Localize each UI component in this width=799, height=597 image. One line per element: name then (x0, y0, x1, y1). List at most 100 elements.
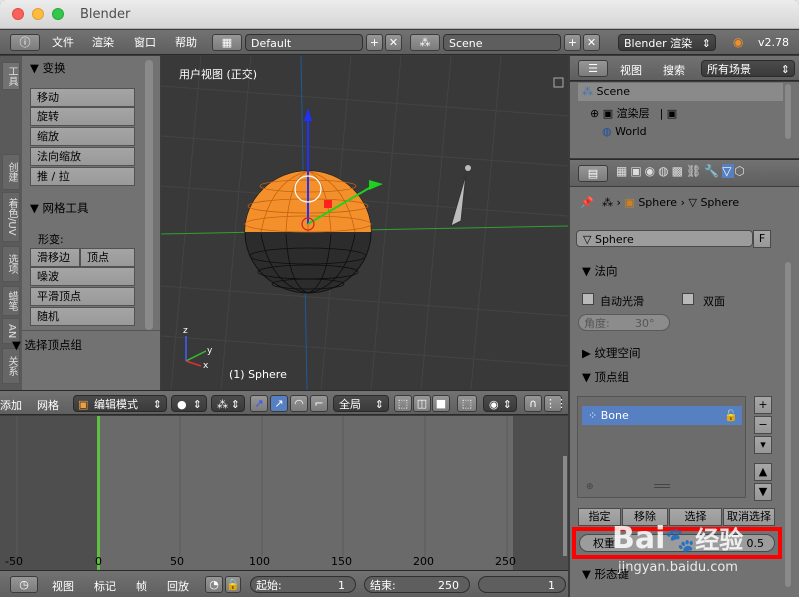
minimize-button[interactable] (32, 8, 44, 20)
pin-icon[interactable]: 📌 (580, 196, 594, 209)
vertex-select-icon[interactable]: ⬚ (394, 395, 412, 412)
menu-mesh[interactable]: 网格 (37, 397, 59, 413)
texture-space-header[interactable]: ▶ 纹理空间 (582, 345, 641, 361)
group-specials-button[interactable]: ▾ (754, 436, 772, 454)
tab-create[interactable]: 创建 (2, 154, 20, 190)
properties-scrollbar[interactable] (785, 262, 791, 587)
zoom-button[interactable] (52, 8, 64, 20)
noise-button[interactable]: 噪波 (30, 267, 135, 286)
normals-panel-header[interactable]: ▼ 法向 (582, 263, 618, 279)
normal-scale-button[interactable]: 法向缩放 (30, 147, 135, 166)
menu-file[interactable]: 文件 (52, 34, 74, 50)
start-frame-field[interactable]: 起始: 1 (250, 576, 356, 593)
toolshelf-scrollbar[interactable] (145, 60, 153, 330)
end-frame-field[interactable]: 结束: 250 (364, 576, 470, 593)
add-layout-icon[interactable]: + (366, 34, 383, 51)
outliner-scrollbar[interactable] (785, 84, 791, 139)
randomize-button[interactable]: 随机 (30, 307, 135, 326)
shading-dropdown[interactable]: ● ⇕ (171, 395, 207, 412)
smooth-vertex-button[interactable]: 平滑顶点 (30, 287, 135, 306)
vertex-groups-header[interactable]: ▼ 顶点组 (582, 369, 629, 385)
vertex-group-item[interactable]: ⁘ Bone 🔓 (582, 406, 742, 425)
axis-y-label: y (207, 346, 213, 356)
outliner-filter-dropdown[interactable]: 所有场景 ⇕ (701, 60, 795, 77)
rotate-button[interactable]: 旋转 (30, 107, 135, 126)
menu-render[interactable]: 渲染 (92, 34, 114, 50)
move-up-button[interactable]: ▲ (754, 463, 772, 481)
snap-icon[interactable]: ∩ (524, 395, 542, 412)
tick-label: 150 (331, 555, 352, 568)
manipulator-icon[interactable]: ↗ (250, 395, 268, 412)
current-frame-field[interactable]: 1 (478, 576, 566, 593)
deform-label: 形变: (38, 233, 64, 246)
outliner-view-menu[interactable]: 视图 (620, 62, 642, 78)
divider (22, 330, 160, 331)
scale-button[interactable]: 缩放 (30, 127, 135, 146)
properties-context-tabs[interactable]: ▦▣◉◍▩⛓🔧▽⬡ (616, 164, 799, 184)
layout-field[interactable]: Default (245, 34, 363, 51)
tab-relations[interactable]: 关系 (2, 348, 20, 384)
select-vertex-group-header[interactable]: ▼ 选择顶点组 (12, 337, 82, 353)
remove-layout-icon[interactable]: ✕ (385, 34, 402, 51)
lock-icon[interactable]: 🔒 (225, 576, 241, 593)
outliner-row-scene[interactable]: ⁂ Scene (582, 85, 630, 98)
proportional-dropdown[interactable]: ◉ ⇕ (483, 395, 517, 412)
translate-icon[interactable]: ↗ (270, 395, 288, 412)
timeline-scrollbar[interactable] (563, 456, 567, 556)
blender-window: Blender ⓘ 文件 渲染 窗口 帮助 ▦ Default + ✕ ⁂ Sc… (0, 0, 799, 597)
range-icon[interactable]: ◔ (205, 576, 223, 593)
vertex-slide-button[interactable]: 顶点 (80, 248, 135, 267)
edge-select-icon[interactable]: ◫ (413, 395, 431, 412)
menu-add[interactable]: 添加 (0, 397, 22, 413)
mesh-tools-header[interactable]: ▼ 网格工具 (30, 200, 89, 216)
timeline-editor-icon[interactable]: ◷ (10, 576, 38, 593)
menu-marker[interactable]: 标记 (94, 578, 116, 594)
layout-icon[interactable]: ▦ (212, 34, 242, 51)
snap-target-icon[interactable]: ⋮⋮ (544, 395, 567, 412)
transform-orientation-dropdown[interactable]: 全局 ⇕ (333, 395, 389, 412)
outliner-row-world[interactable]: ◍ World (602, 125, 647, 138)
fake-user-button[interactable]: F (753, 230, 771, 248)
rotate-icon[interactable]: ◠ (290, 395, 308, 412)
scene-field[interactable]: Scene (443, 34, 561, 51)
tab-grease-pencil[interactable]: 蜡笔 (2, 286, 20, 316)
push-pull-button[interactable]: 推 / 拉 (30, 167, 135, 186)
pivot-dropdown[interactable]: ⁂ ⇕ (211, 395, 245, 412)
add-group-button[interactable]: + (754, 396, 772, 414)
tab-shading[interactable]: 着色/UV (2, 192, 20, 242)
move-button[interactable]: 移动 (30, 88, 135, 107)
menu-window[interactable]: 窗口 (134, 34, 156, 50)
transform-panel-header[interactable]: ▼ 变换 (30, 60, 66, 76)
outliner-row-renderlayers[interactable]: ⊕ ▣ 渲染层 | ▣ (590, 105, 677, 121)
list-resize-handle[interactable] (654, 484, 670, 488)
timeline-area[interactable] (0, 416, 568, 570)
properties-editor-icon[interactable]: ▤ (578, 165, 608, 182)
mode-dropdown[interactable]: ▣ 编辑模式 ⇕ (73, 395, 167, 412)
auto-smooth-checkbox[interactable] (582, 293, 594, 305)
double-sided-checkbox[interactable] (682, 293, 694, 305)
tab-options[interactable]: 选项 (2, 246, 20, 282)
scale-icon[interactable]: ⌐ (310, 395, 328, 412)
current-frame-line[interactable] (97, 416, 100, 570)
remove-scene-icon[interactable]: ✕ (583, 34, 600, 51)
add-scene-icon[interactable]: + (564, 34, 581, 51)
remove-group-button[interactable]: − (754, 416, 772, 434)
close-button[interactable] (12, 8, 24, 20)
3d-viewport[interactable]: 用户视图 (正交) (1) Sphere z y x (160, 55, 569, 391)
menu-help[interactable]: 帮助 (175, 34, 197, 50)
menu-frame[interactable]: 帧 (136, 578, 147, 594)
outliner-editor-icon[interactable]: ☰ (578, 60, 608, 77)
list-expand-icon[interactable]: ⊕ (586, 482, 594, 492)
tab-tools[interactable]: 工具 (2, 62, 20, 90)
outliner-search-menu[interactable]: 搜索 (663, 62, 685, 78)
scene-icon[interactable]: ⁂ (410, 34, 440, 51)
move-down-button[interactable]: ▼ (754, 483, 772, 501)
editor-type-icon[interactable]: ⓘ (10, 34, 40, 51)
face-select-icon[interactable]: ■ (432, 395, 450, 412)
menu-view[interactable]: 视图 (52, 578, 74, 594)
menu-playback[interactable]: 回放 (167, 578, 189, 594)
edge-slide-button[interactable]: 滑移边 (30, 248, 80, 267)
mesh-name-field[interactable]: ▽ Sphere (576, 230, 753, 247)
render-engine-dropdown[interactable]: Blender 渲染 ⇕ (618, 34, 716, 51)
occlude-icon[interactable]: ⬚ (457, 395, 477, 412)
